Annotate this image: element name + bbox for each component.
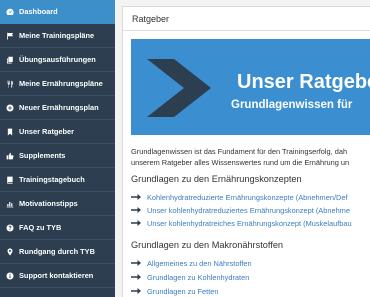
map-marker-icon bbox=[5, 247, 14, 256]
cutlery-icon bbox=[5, 79, 14, 88]
link-allgemeines-naehrstoffe[interactable]: Allgemeines zu den Nährstoffen bbox=[131, 257, 252, 269]
bookmark-icon bbox=[5, 127, 14, 136]
intro-line: unserem Ratgeber alles Wissenswertes run… bbox=[131, 158, 350, 167]
bar-chart-icon bbox=[5, 199, 14, 208]
arrow-right-icon bbox=[131, 193, 141, 201]
sidebar-item-label: Rundgang durch TYB bbox=[19, 247, 95, 256]
link-kohlenhydratreiches-konzept[interactable]: Unser kohlenhydratreiches Ernährungskonz… bbox=[131, 217, 352, 229]
arrow-right-icon bbox=[131, 273, 141, 281]
book-icon bbox=[5, 175, 14, 184]
sidebar-item-dashboard[interactable]: Dashboard bbox=[0, 0, 115, 24]
sidebar-item-label: Motivationstipps bbox=[19, 199, 78, 208]
sidebar-item-trainingsplaene[interactable]: Meine Trainingspläne bbox=[0, 24, 115, 48]
question-circle-icon bbox=[5, 223, 14, 232]
sidebar-item-label: Supplements bbox=[19, 151, 66, 160]
banner-subtitle: Grundlagenwissen für bbox=[231, 99, 353, 111]
arrow-right-icon bbox=[131, 287, 141, 295]
thumbs-up-icon bbox=[5, 151, 14, 160]
ratgeber-banner: Unser Ratgeber Grundlagenwissen für bbox=[131, 39, 370, 135]
sidebar-item-label: Support kontaktieren bbox=[19, 271, 94, 280]
sidebar-item-trainingstagebuch[interactable]: Trainingstagebuch bbox=[0, 168, 115, 192]
intro-text: Grundlagenwissen ist das Fundament für d… bbox=[131, 146, 370, 168]
banner-title: Unser Ratgeber bbox=[237, 71, 370, 93]
sidebar-item-label: Übungsausführungen bbox=[19, 55, 96, 64]
sidebar-item-label: Unser Ratgeber bbox=[19, 127, 75, 136]
arrow-right-icon bbox=[131, 219, 141, 227]
panel-title: Ratgeber bbox=[123, 7, 370, 31]
arrow-right-icon bbox=[131, 259, 141, 267]
link-label[interactable]: Kohlenhydratreduzierte Ernährungskonzept… bbox=[147, 193, 348, 202]
link-label[interactable]: Unser kohlenhydratreduziertes Ernährungs… bbox=[147, 206, 350, 215]
link-kohlenhydratreduzierte-konzepte[interactable]: Kohlenhydratreduzierte Ernährungskonzept… bbox=[131, 191, 348, 203]
link-label[interactable]: Grundlagen zu Fetten bbox=[147, 287, 219, 296]
sidebar-item-motivationstipps[interactable]: Motivationstipps bbox=[0, 192, 115, 216]
intro-line: Grundlagenwissen ist das Fundament für d… bbox=[131, 147, 348, 156]
sidebar-item-label: Dashboard bbox=[19, 7, 58, 16]
link-label[interactable]: Unser kohlenhydratreiches Ernährungskonz… bbox=[147, 219, 352, 228]
sidebar: Dashboard Meine Trainingspläne Übungsaus… bbox=[0, 0, 115, 297]
flag-icon bbox=[5, 31, 14, 40]
plus-circle-icon bbox=[5, 103, 14, 112]
info-circle-icon bbox=[5, 271, 14, 280]
sidebar-item-neuer-ernaehrungsplan[interactable]: Neuer Ernährungsplan bbox=[0, 96, 115, 120]
chevron-right-icon bbox=[147, 59, 211, 117]
copy-icon bbox=[5, 55, 14, 64]
sidebar-item-label: Meine Ernährungspläne bbox=[19, 79, 103, 88]
sidebar-item-uebungsausfuehrungen[interactable]: Übungsausführungen bbox=[0, 48, 115, 72]
sidebar-item-faq[interactable]: FAQ zu TYB bbox=[0, 216, 115, 240]
sidebar-item-support[interactable]: Support kontaktieren bbox=[0, 264, 115, 288]
sidebar-item-label: FAQ zu TYB bbox=[19, 223, 62, 232]
dashboard-icon bbox=[5, 7, 14, 16]
sidebar-item-label: Neuer Ernährungsplan bbox=[19, 103, 99, 112]
main-content: Ratgeber Unser Ratgeber Grundlagenwissen… bbox=[115, 0, 370, 297]
link-label[interactable]: Grundlagen zu Kohlenhydraten bbox=[147, 273, 249, 282]
section-title-makronaehrstoffe: Grundlagen zu den Makronährstoffen bbox=[131, 240, 284, 250]
link-kohlenhydrate[interactable]: Grundlagen zu Kohlenhydraten bbox=[131, 271, 249, 283]
sidebar-item-label: Trainingstagebuch bbox=[19, 175, 85, 184]
link-fette[interactable]: Grundlagen zu Fetten bbox=[131, 285, 219, 297]
sidebar-item-ernaehrungsplaene[interactable]: Meine Ernährungspläne bbox=[0, 72, 115, 96]
sidebar-item-rundgang[interactable]: Rundgang durch TYB bbox=[0, 240, 115, 264]
link-kohlenhydratreduziertes-konzept[interactable]: Unser kohlenhydratreduziertes Ernährungs… bbox=[131, 204, 350, 216]
sidebar-item-label: Meine Trainingspläne bbox=[19, 31, 95, 40]
section-title-ernaehrungskonzepte: Grundlagen zu den Ernährungskonzepten bbox=[131, 174, 302, 184]
arrow-right-icon bbox=[131, 206, 141, 214]
ratgeber-panel: Ratgeber Unser Ratgeber Grundlagenwissen… bbox=[122, 6, 370, 297]
link-label[interactable]: Allgemeines zu den Nährstoffen bbox=[147, 259, 252, 268]
sidebar-item-supplements[interactable]: Supplements bbox=[0, 144, 115, 168]
sidebar-item-ratgeber[interactable]: Unser Ratgeber bbox=[0, 120, 115, 144]
